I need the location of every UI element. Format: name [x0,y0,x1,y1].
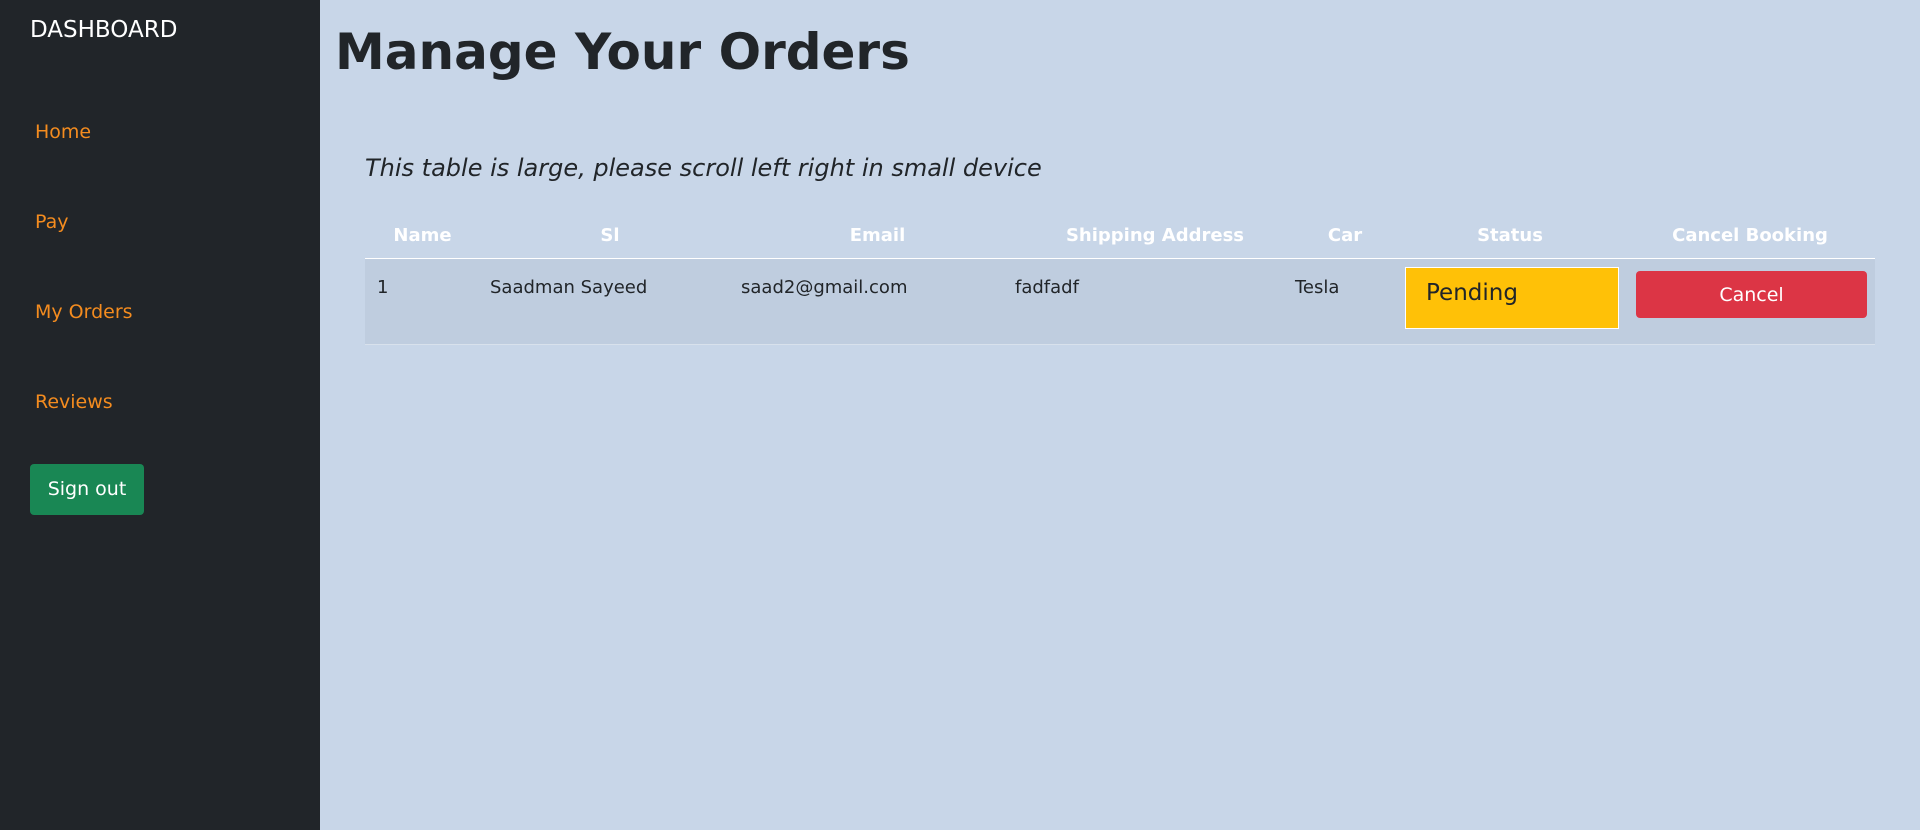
sidebar-brand: DASHBOARD [30,17,178,43]
sidebar-item-home[interactable]: Home [30,55,320,210]
cell-name: Saadman Sayeed [480,258,740,345]
sidebar-item-pay[interactable]: Pay [30,210,320,300]
cell-status: Pending [1395,258,1625,345]
scroll-note: This table is large, please scroll left … [365,154,1042,182]
status-badge: Pending [1405,267,1619,329]
sign-out-button[interactable]: Sign out [30,464,144,515]
table-header: Name Sl Email Shipping Address Car Statu… [365,213,1875,259]
header-car: Car [1295,213,1395,259]
sidebar-nav: Home Pay My Orders Reviews [30,55,320,480]
cancel-button[interactable]: Cancel [1636,271,1867,318]
cell-cancel: Cancel [1625,258,1875,345]
header-status: Status [1395,213,1625,259]
app-root: DASHBOARD Home Pay My Orders Reviews Sig… [0,0,1920,830]
header-shipping-address: Shipping Address [1015,213,1295,259]
header-email: Email [740,213,1015,259]
header-name: Name [365,213,480,259]
table-body: 1 Saadman Sayeed saad2@gmail.com fadfadf… [365,258,1875,345]
sidebar-nav-entry: Home [30,55,320,210]
cell-address: fadfadf [1015,258,1295,345]
cell-email: saad2@gmail.com [740,258,1015,345]
orders-table: Name Sl Email Shipping Address Car Statu… [365,213,1875,345]
main-content: Manage Your Orders This table is large, … [320,0,1920,830]
cell-car: Tesla [1295,258,1395,345]
sidebar-item-my-orders[interactable]: My Orders [30,300,320,390]
header-cancel-booking: Cancel Booking [1625,213,1875,259]
header-sl: Sl [480,213,740,259]
sidebar-nav-entry: Pay [30,210,320,300]
sidebar: DASHBOARD Home Pay My Orders Reviews Sig… [0,0,320,830]
header-row: Name Sl Email Shipping Address Car Statu… [365,213,1875,259]
cell-index: 1 [365,258,480,345]
table-row: 1 Saadman Sayeed saad2@gmail.com fadfadf… [365,258,1875,345]
page-title: Manage Your Orders [335,23,910,81]
sidebar-nav-entry: My Orders [30,300,320,390]
